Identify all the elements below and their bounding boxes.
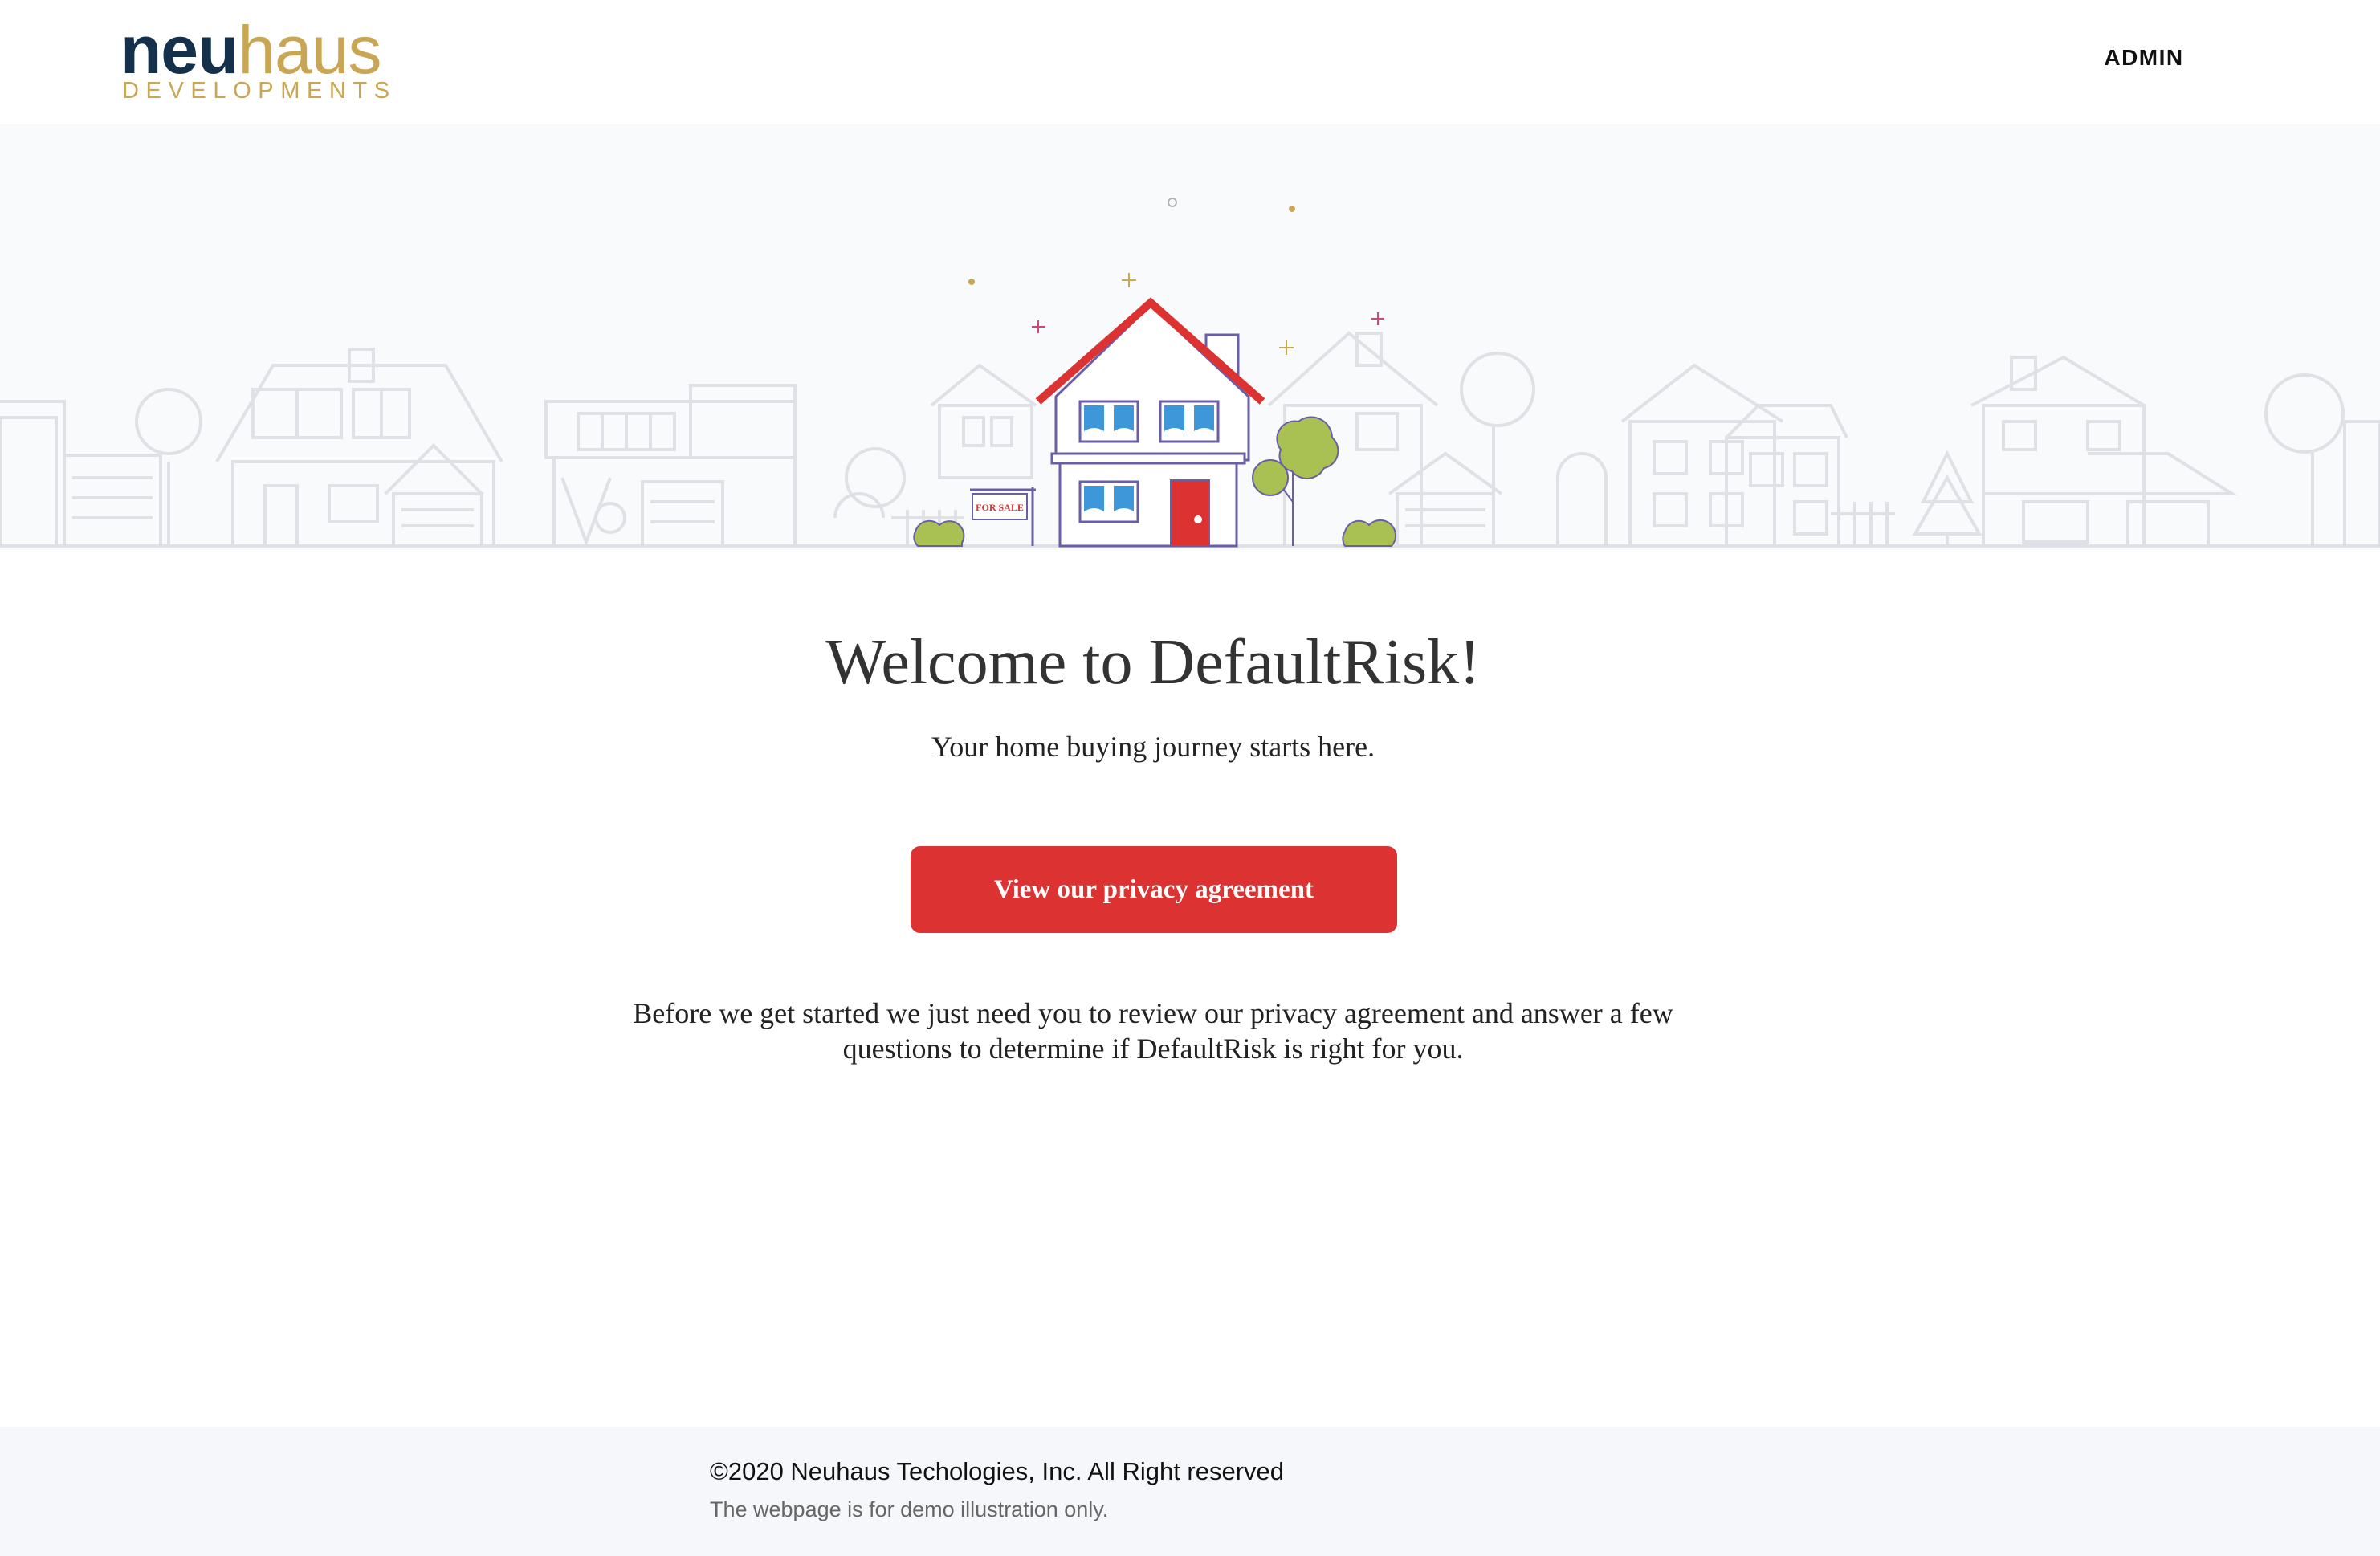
site-footer: ©2020 Neuhaus Techologies, Inc. All Righ…: [0, 1427, 2380, 1556]
page-subtitle: Your home buying journey starts here.: [931, 731, 1375, 763]
nav-admin-link[interactable]: ADMIN: [2088, 45, 2200, 71]
hero-banner: FOR SALE: [0, 124, 2380, 550]
logo-wordmark-neu: neu: [120, 12, 238, 88]
site-header: neuhaus DEVELOPMENTS ADMIN: [0, 0, 2380, 124]
logo-wordmark: neuhaus: [120, 16, 382, 84]
neuhaus-logo[interactable]: neuhaus DEVELOPMENTS: [120, 16, 410, 104]
logo-wordmark-haus: haus: [238, 12, 381, 88]
neighborhood-illustration: FOR SALE: [0, 198, 2380, 548]
logo-tagline: DEVELOPMENTS: [122, 78, 397, 104]
demo-note: The webpage is for demo illustration onl…: [710, 1497, 1109, 1521]
for-sale-sign-text: FOR SALE: [976, 502, 1024, 513]
page-title: Welcome to DefaultRisk!: [825, 627, 1481, 698]
intro-text: Before we get started we just need you t…: [633, 997, 1673, 1065]
view-privacy-agreement-button[interactable]: View our privacy agreement: [911, 846, 1397, 933]
main-house: [1035, 297, 1265, 548]
for-sale-sign: FOR SALE: [970, 487, 1036, 546]
copyright-text: ©2020 Neuhaus Techologies, Inc. All Righ…: [710, 1457, 1285, 1485]
